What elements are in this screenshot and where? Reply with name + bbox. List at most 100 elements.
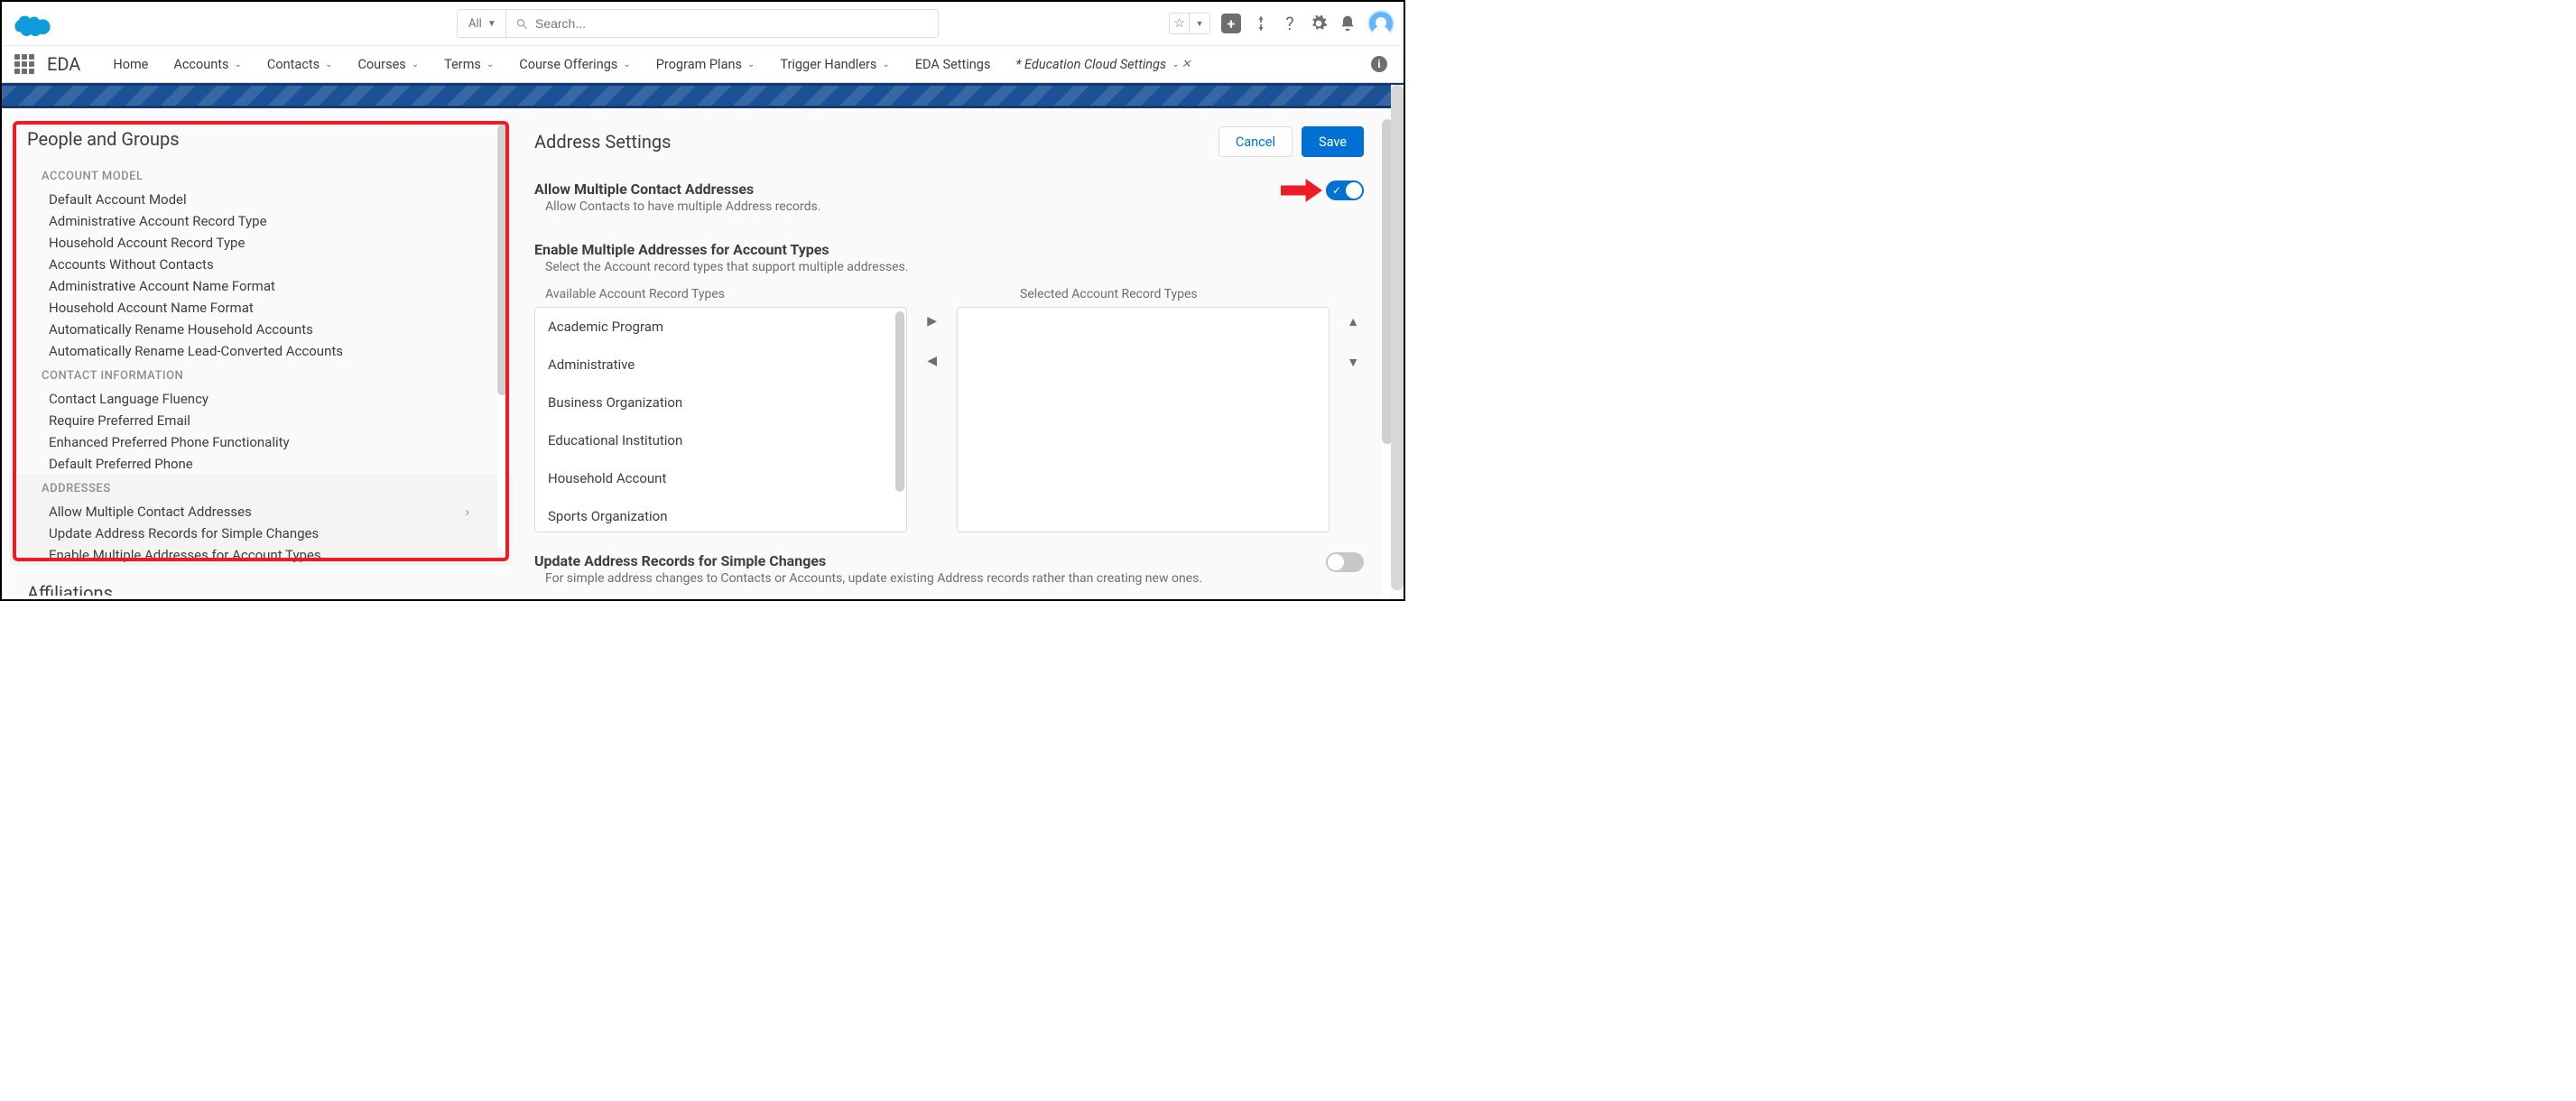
page-title: Address Settings <box>534 131 671 153</box>
chevron-down-icon: ⌄ <box>882 60 889 69</box>
selected-listbox[interactable] <box>957 307 1330 532</box>
toggle-allow-multi[interactable]: ✓ <box>1326 180 1364 200</box>
global-search[interactable] <box>505 9 939 38</box>
nav-label: Trigger Handlers <box>780 57 876 72</box>
close-icon[interactable]: ✕ <box>1181 58 1191 71</box>
chevron-right-icon: › <box>465 504 480 520</box>
nav-tab[interactable]: Accounts⌄ <box>161 46 255 82</box>
nav-tab[interactable]: EDA Settings <box>903 46 1004 82</box>
nav-label: * Education Cloud Settings <box>1015 57 1166 72</box>
info-icon[interactable]: i <box>1371 56 1387 72</box>
setting-multi-acct-title: Enable Multiple Addresses for Account Ty… <box>534 241 1364 258</box>
chevron-down-icon: ⌄ <box>325 60 332 69</box>
chevron-down-icon: ⌄ <box>486 60 494 69</box>
listbox-scrollthumb[interactable] <box>895 311 904 492</box>
callout-arrow-icon <box>1281 177 1322 208</box>
nav-label: Program Plans <box>656 57 742 72</box>
sidebar-item-label: Update Address Records for Simple Change… <box>49 525 319 541</box>
brand-band <box>2 83 1404 108</box>
sidebar-item[interactable]: Administrative Account Record Type <box>25 210 496 232</box>
sidebar-item-label: Enhanced Preferred Phone Functionality <box>49 434 290 450</box>
listbox-option[interactable]: Household Account <box>535 459 906 497</box>
settings-sidebar: People and Groups ACCOUNT MODELDefault A… <box>9 110 513 596</box>
nav-label: Course Offerings <box>519 57 617 72</box>
user-avatar[interactable] <box>1367 10 1395 37</box>
app-launcher-icon[interactable] <box>14 54 34 74</box>
chevron-down-icon: ⌄ <box>747 60 755 69</box>
nav-tab[interactable]: Terms ⌄ <box>431 46 506 82</box>
chevron-down-icon: ⌄ <box>235 60 242 69</box>
global-add-button[interactable]: + <box>1221 14 1241 33</box>
cancel-button[interactable]: Cancel <box>1219 126 1293 157</box>
page-scrollthumb[interactable] <box>1391 85 1404 590</box>
nav-tab[interactable]: Course Offerings ⌄ <box>506 46 643 82</box>
sidebar-item[interactable]: Enhanced Preferred Phone Functionality <box>25 431 496 453</box>
sidebar-item[interactable]: Household Account Name Format <box>25 297 496 319</box>
available-listbox[interactable]: Academic ProgramAdministrativeBusiness O… <box>534 307 907 532</box>
search-scope-picker[interactable]: All ▼ <box>457 9 505 38</box>
sidebar-item[interactable]: Default Preferred Phone <box>25 453 496 475</box>
star-icon[interactable]: ☆ <box>1170 14 1190 33</box>
setting-update-addr-desc: For simple address changes to Contacts o… <box>534 571 1202 586</box>
nav-tab[interactable]: Contacts ⌄ <box>255 46 346 82</box>
sidebar-item[interactable]: Update Address Records for Simple Change… <box>25 523 496 544</box>
sidebar-item[interactable]: Contact Language Fluency <box>25 388 496 410</box>
sidebar-item[interactable]: Accounts Without Contacts <box>25 254 496 275</box>
move-right-button[interactable]: ▶ <box>927 314 937 328</box>
nav-tab[interactable]: Trigger Handlers ⌄ <box>767 46 902 82</box>
nav-tab[interactable]: Courses⌄ <box>345 46 431 82</box>
sidebar-item-label: Automatically Rename Household Accounts <box>49 321 313 338</box>
listbox-option[interactable]: Academic Program <box>535 308 906 346</box>
sidebar-item-label: Household Account Record Type <box>49 235 245 251</box>
search-icon <box>515 17 528 31</box>
nav-label: EDA Settings <box>915 57 991 72</box>
setting-allow-multi-desc: Allow Contacts to have multiple Address … <box>534 199 820 214</box>
sidebar-item-label: Administrative Account Record Type <box>49 213 267 229</box>
sidebar-scrollthumb[interactable] <box>497 125 507 395</box>
chevron-down-icon: ⌄ <box>412 60 419 69</box>
sidebar-item[interactable]: Enable Multiple Addresses for Account Ty… <box>25 544 496 566</box>
nav-label: Home <box>113 57 148 72</box>
setting-update-addr-title: Update Address Records for Simple Change… <box>534 552 1202 569</box>
toggle-update-addr[interactable] <box>1326 552 1364 572</box>
nav-tab[interactable]: Home <box>100 46 161 82</box>
nav-tab[interactable]: * Education Cloud Settings ⌄✕ <box>1003 46 1203 82</box>
move-down-button[interactable]: ▼ <box>1347 355 1359 370</box>
caret-down-icon: ▼ <box>487 19 496 29</box>
sidebar-item[interactable]: Automatically Rename Household Accounts <box>25 319 496 340</box>
sidebar-item-label: Accounts Without Contacts <box>49 256 214 273</box>
sidebar-item-label: Default Preferred Phone <box>49 456 193 472</box>
gear-icon[interactable] <box>1310 14 1328 32</box>
sidebar-item[interactable]: Household Account Record Type <box>25 232 496 254</box>
help-icon[interactable]: ? <box>1281 14 1299 32</box>
listbox-option[interactable]: Educational Institution <box>535 421 906 459</box>
sidebar-item[interactable]: Default Account Model <box>25 189 496 210</box>
sidebar-item-label: Contact Language Fluency <box>49 391 208 407</box>
sidebar-item[interactable]: Automatically Rename Lead-Converted Acco… <box>25 340 496 362</box>
sidebar-item[interactable]: Allow Multiple Contact Addresses› <box>25 501 496 523</box>
sync-icon[interactable] <box>1252 14 1270 32</box>
sidebar-item[interactable]: Require Preferred Email <box>25 410 496 431</box>
nav-label: Terms <box>444 57 481 72</box>
move-left-button[interactable]: ◀ <box>927 354 937 368</box>
listbox-option[interactable]: Business Organization <box>535 384 906 421</box>
notifications-icon[interactable] <box>1339 14 1357 32</box>
listbox-option[interactable]: Sports Organization <box>535 497 906 532</box>
check-icon: ✓ <box>1332 184 1341 197</box>
move-up-button[interactable]: ▲ <box>1347 314 1359 329</box>
listbox-option[interactable]: Administrative <box>535 346 906 384</box>
chevron-down-icon: ⌄ <box>623 60 630 69</box>
nav-tab[interactable]: Program Plans ⌄ <box>644 46 768 82</box>
sidebar-item-label: Default Account Model <box>49 191 187 208</box>
sidebar-item[interactable]: Administrative Account Name Format <box>25 275 496 297</box>
settings-main: Address Settings Cancel Save Allow Multi… <box>513 110 1396 596</box>
chevron-down-icon: ⌄ <box>1172 60 1179 69</box>
nav-label: Contacts <box>267 57 320 72</box>
global-header: All ▼ ☆ ▼ + ? <box>2 2 1404 45</box>
caret-down-icon[interactable]: ▼ <box>1190 14 1209 33</box>
save-button[interactable]: Save <box>1302 126 1364 157</box>
app-nav: EDA HomeAccounts⌄Contacts⌄Courses⌄Terms⌄… <box>2 45 1404 83</box>
sidebar-group-label: ACCOUNT MODEL <box>25 162 496 189</box>
favorites-combo[interactable]: ☆ ▼ <box>1169 13 1210 34</box>
search-input[interactable] <box>535 16 929 31</box>
